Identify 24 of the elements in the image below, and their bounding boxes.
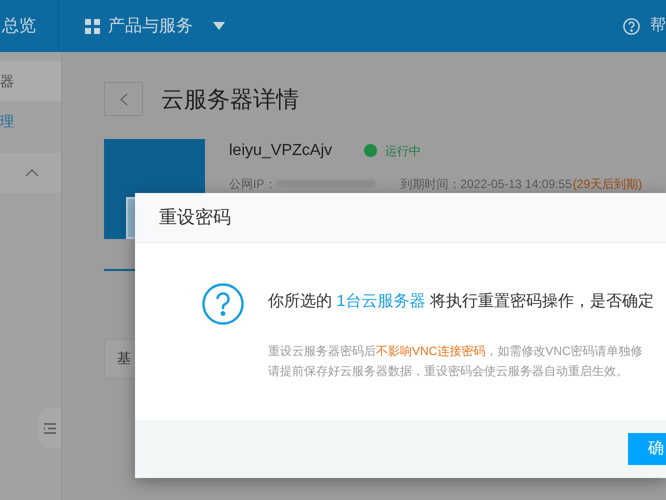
confirm-message: 你所选的 1台云服务器 将执行重置密码操作，是否确定 (268, 292, 654, 312)
question-icon (202, 283, 244, 325)
note-text: 请提前保存好云服务器数据，重设密码会使云服务器自动重启生效。 (268, 363, 629, 380)
sidebar-item[interactable]: 理 (0, 101, 61, 141)
note-text: 重设云服务器密码后不影响VNC连接密码，如需修改VNC密码请单独修 (268, 343, 644, 360)
list-icon (44, 422, 56, 434)
confirm-button[interactable]: 确 (628, 433, 666, 465)
help-icon[interactable] (623, 18, 640, 34)
help-link[interactable]: 帮 (650, 14, 666, 38)
expiry-label: 到期时间： (400, 176, 460, 192)
server-name: leiyu_VPZcAjv (229, 140, 332, 160)
chevron-up-icon[interactable] (25, 169, 39, 177)
expiry-note: (29天后到期) (572, 176, 642, 192)
sidebar-toggle[interactable] (39, 408, 61, 448)
caret-icon (213, 22, 225, 30)
dialog-title: 重设密码 (159, 206, 231, 229)
chevron-left-icon (120, 92, 128, 106)
sidebar-item[interactable]: 器 (0, 61, 61, 101)
products-menu[interactable]: 产品与服务 (85, 13, 225, 39)
ip-label: 公网IP： (229, 176, 276, 192)
status-text: 运行中 (385, 142, 422, 160)
grid-icon (85, 18, 100, 34)
expiry-time: 2022-05-13 14:09:55 (460, 176, 572, 192)
page-title: 云服务器详情 (161, 85, 299, 114)
